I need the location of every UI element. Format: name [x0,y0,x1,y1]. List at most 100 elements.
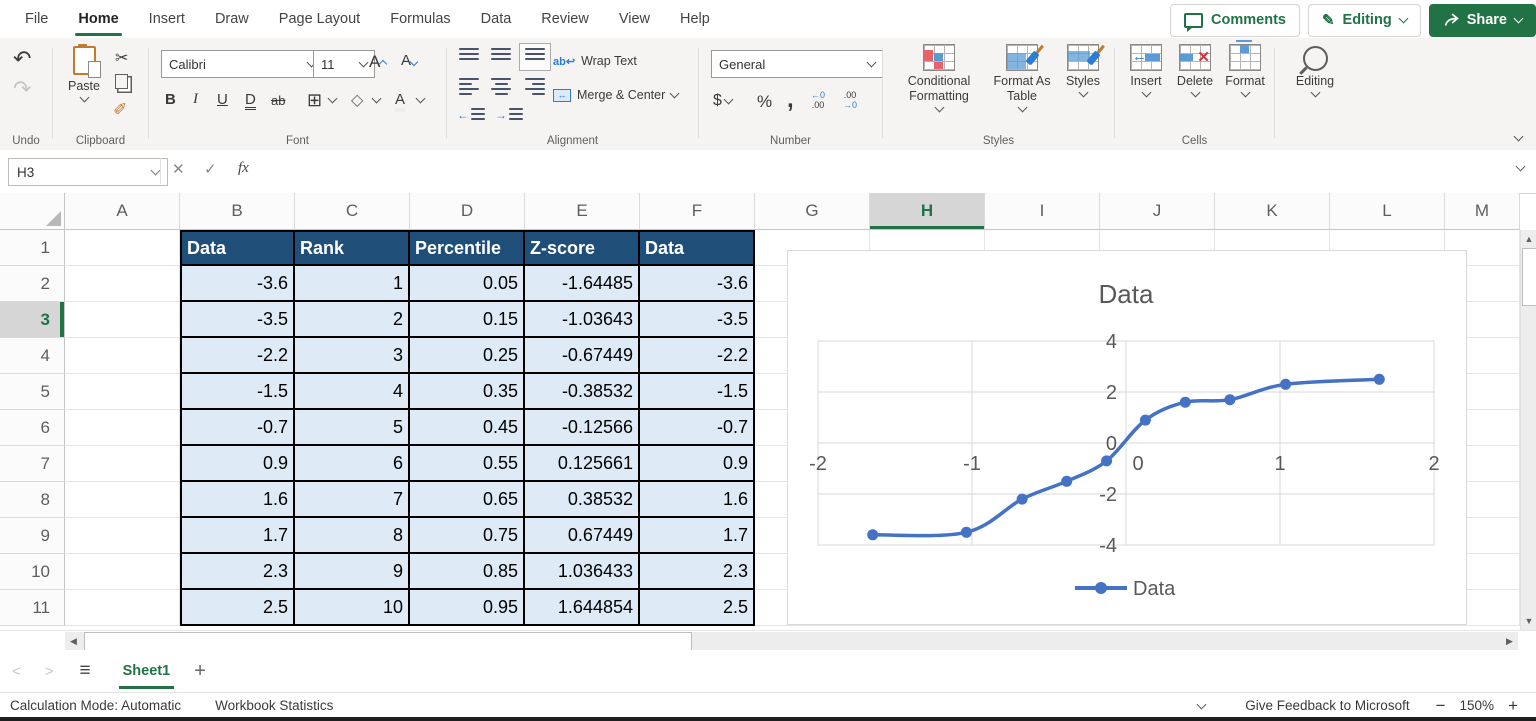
insert-function-button[interactable]: fx [238,160,249,177]
cell-F3[interactable]: -3.5 [640,302,755,338]
cell-D1[interactable]: Percentile [410,230,525,266]
percent-button[interactable]: % [757,92,772,112]
tab-view[interactable]: View [604,0,665,38]
bold-button[interactable]: B [165,92,176,107]
align-top-button[interactable] [459,48,479,66]
cell-D4[interactable]: 0.25 [410,338,525,374]
cell-E2[interactable]: -1.64485 [525,266,640,302]
format-painter-button[interactable]: ✐ [113,100,127,120]
data-point-marker[interactable] [1061,476,1072,487]
format-as-table-button[interactable]: Format As Table [991,44,1053,111]
tab-file[interactable]: File [10,0,63,38]
decrease-indent-button[interactable]: ← [457,108,485,122]
zoom-in-button[interactable]: + [1508,696,1518,716]
row-header-3[interactable]: 3 [0,302,65,338]
data-point-marker[interactable] [1140,415,1151,426]
cell-D8[interactable]: 0.65 [410,482,525,518]
data-point-marker[interactable] [1017,494,1028,505]
double-underline-button[interactable]: D [245,92,256,110]
column-header-G[interactable]: G [755,193,870,230]
horizontal-scroll-thumb[interactable] [84,632,692,651]
cell-F2[interactable]: -3.6 [640,266,755,302]
tab-page-layout[interactable]: Page Layout [264,0,375,38]
cell-C5[interactable]: 4 [295,374,410,410]
cell-B4[interactable]: -2.2 [180,338,295,374]
all-sheets-menu-button[interactable]: ≡ [66,660,105,682]
data-point-marker[interactable] [961,527,972,538]
cell-D7[interactable]: 0.55 [410,446,525,482]
currency-button[interactable]: $ [713,92,732,110]
align-center-button[interactable] [491,78,511,96]
tab-formulas[interactable]: Formulas [375,0,465,38]
expand-formula-bar-button[interactable] [1516,162,1526,172]
row-header-5[interactable]: 5 [0,374,65,410]
enter-button[interactable]: ✓ [204,160,217,178]
cell-F6[interactable]: -0.7 [640,410,755,446]
tab-insert[interactable]: Insert [134,0,200,38]
prev-sheet-button[interactable]: < [0,663,33,680]
cell-D5[interactable]: 0.35 [410,374,525,410]
tab-data[interactable]: Data [466,0,527,38]
column-header-B[interactable]: B [180,193,295,230]
row-header-1[interactable]: 1 [0,230,65,266]
decrease-decimal-button[interactable]: .00 →0 [843,90,857,110]
workbook-statistics-button[interactable]: Workbook Statistics [215,698,333,713]
font-size-select[interactable]: 11 [313,50,375,78]
tab-help[interactable]: Help [665,0,725,38]
cell-A9[interactable] [65,518,180,554]
cell-C9[interactable]: 8 [295,518,410,554]
calculation-mode-status[interactable]: Calculation Mode: Automatic [10,698,181,713]
cell-C1[interactable]: Rank [295,230,410,266]
data-point-marker[interactable] [867,529,878,540]
cell-B6[interactable]: -0.7 [180,410,295,446]
shrink-font-button[interactable]: A [401,52,417,69]
collapse-ribbon-button[interactable] [1514,132,1524,142]
column-header-L[interactable]: L [1330,193,1445,230]
cell-C4[interactable]: 3 [295,338,410,374]
cell-C8[interactable]: 7 [295,482,410,518]
cell-E8[interactable]: 0.38532 [525,482,640,518]
comma-style-button[interactable]: , [787,86,794,114]
cell-A7[interactable] [65,446,180,482]
cell-A11[interactable] [65,590,180,626]
cell-A6[interactable] [65,410,180,446]
scroll-up-button[interactable]: ▲ [1521,230,1536,248]
legend-entry-data[interactable]: Data [1133,578,1176,600]
cell-F1[interactable]: Data [640,230,755,266]
data-point-marker[interactable] [1374,374,1385,385]
cell-E5[interactable]: -0.38532 [525,374,640,410]
tab-home[interactable]: Home [63,0,133,38]
cell-D6[interactable]: 0.45 [410,410,525,446]
align-left-button[interactable] [459,78,479,96]
conditional-formatting-button[interactable]: Conditional Formatting [891,44,987,111]
editing-group-button[interactable]: Editing [1283,46,1347,96]
row-header-2[interactable]: 2 [0,266,65,302]
vertical-scroll-thumb[interactable] [1522,248,1536,306]
copy-button[interactable] [115,74,128,89]
column-header-D[interactable]: D [410,193,525,230]
column-header-C[interactable]: C [295,193,410,230]
cell-C6[interactable]: 5 [295,410,410,446]
cell-F5[interactable]: -1.5 [640,374,755,410]
insert-cells-button[interactable]: ← Insert [1123,44,1169,96]
cell-D9[interactable]: 0.75 [410,518,525,554]
horizontal-scrollbar[interactable]: ◀ ▶ [65,632,1518,650]
paste-button[interactable]: Paste [61,46,107,101]
grow-font-button[interactable]: A [369,52,386,72]
column-header-I[interactable]: I [985,193,1100,230]
strikethrough-button[interactable]: ab [271,94,285,107]
row-header-11[interactable]: 11 [0,590,65,626]
italic-button[interactable]: I [193,92,198,107]
cell-F4[interactable]: -2.2 [640,338,755,374]
sheet-tab-sheet1[interactable]: Sheet1 [111,650,183,692]
cell-E11[interactable]: 1.644854 [525,590,640,626]
column-header-H[interactable]: H [870,193,985,230]
feedback-link[interactable]: Give Feedback to Microsoft [1245,698,1409,713]
cell-B5[interactable]: -1.5 [180,374,295,410]
fill-color-button[interactable]: ◇ [351,90,363,110]
scroll-down-button[interactable]: ▼ [1521,612,1536,630]
formula-input[interactable] [268,154,1506,188]
cell-A2[interactable] [65,266,180,302]
redo-button[interactable]: ↷ [13,76,31,102]
cell-styles-button[interactable]: Styles [1057,44,1109,96]
